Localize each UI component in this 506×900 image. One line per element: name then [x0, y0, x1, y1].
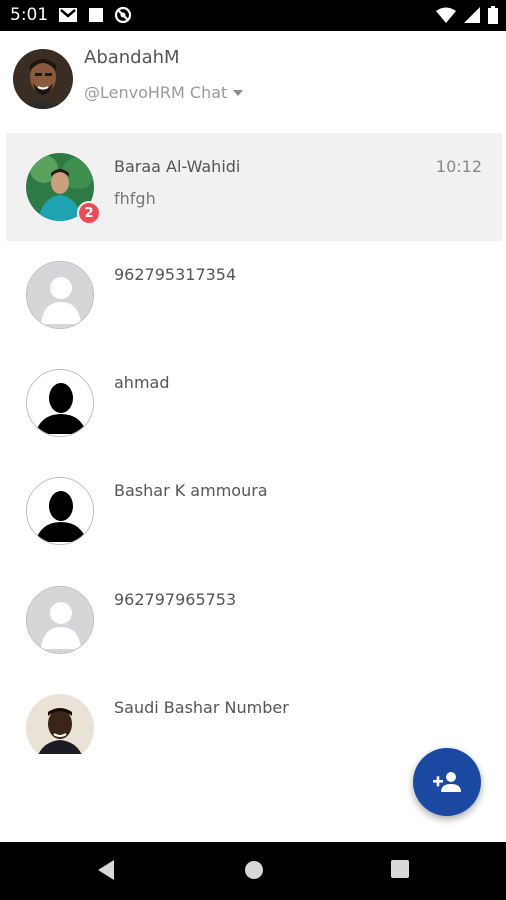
contact-name: ahmad: [114, 373, 170, 392]
conversation-row[interactable]: Saudi Bashar Number: [6, 674, 502, 754]
conversation-row[interactable]: 962795317354: [6, 241, 502, 349]
add-contact-button[interactable]: [413, 748, 481, 816]
status-time: 5:01: [10, 5, 49, 25]
workspace-label: @LenvoHRM Chat: [84, 83, 228, 102]
contact-name: Bashar K ammoura: [114, 481, 268, 500]
contact-name: 962795317354: [114, 265, 237, 284]
user-avatar[interactable]: [13, 49, 73, 109]
unread-badge: 2: [77, 201, 101, 225]
square-icon: [89, 8, 103, 22]
account-header: AbandahM @LenvoHRM Chat: [0, 31, 506, 131]
contact-name: 962797965753: [114, 590, 237, 609]
placeholder-avatar: [26, 586, 94, 654]
silhouette-avatar: [26, 477, 94, 545]
caret-down-icon: [233, 89, 244, 96]
status-bar: 5:01: [0, 0, 506, 31]
conversation-row[interactable]: 2 Baraa Al-Wahidi fhfgh 10:12: [6, 133, 502, 241]
gmail-icon: [59, 8, 77, 22]
battery-icon: [488, 6, 498, 24]
contact-name: Baraa Al-Wahidi: [114, 157, 241, 176]
navigation-bar: [0, 842, 506, 900]
workspace-selector[interactable]: @LenvoHRM Chat: [84, 83, 244, 102]
placeholder-avatar: [26, 261, 94, 329]
conversation-row[interactable]: ahmad: [6, 349, 502, 457]
home-icon[interactable]: [243, 859, 265, 881]
message-time: 10:12: [435, 157, 482, 176]
silhouette-avatar: [26, 369, 94, 437]
conversation-row[interactable]: 962797965753: [6, 566, 502, 674]
user-name: AbandahM: [84, 47, 180, 68]
back-icon[interactable]: [97, 859, 115, 881]
conversation-row[interactable]: Bashar K ammoura: [6, 457, 502, 565]
signal-icon: [464, 7, 480, 23]
blocked-icon: [114, 6, 132, 24]
contact-name: Saudi Bashar Number: [114, 698, 289, 717]
contact-avatar: [26, 694, 94, 754]
wifi-icon: [436, 7, 456, 23]
add-person-icon: [433, 772, 461, 792]
last-message: fhfgh: [114, 189, 156, 208]
recents-icon[interactable]: [390, 859, 410, 879]
